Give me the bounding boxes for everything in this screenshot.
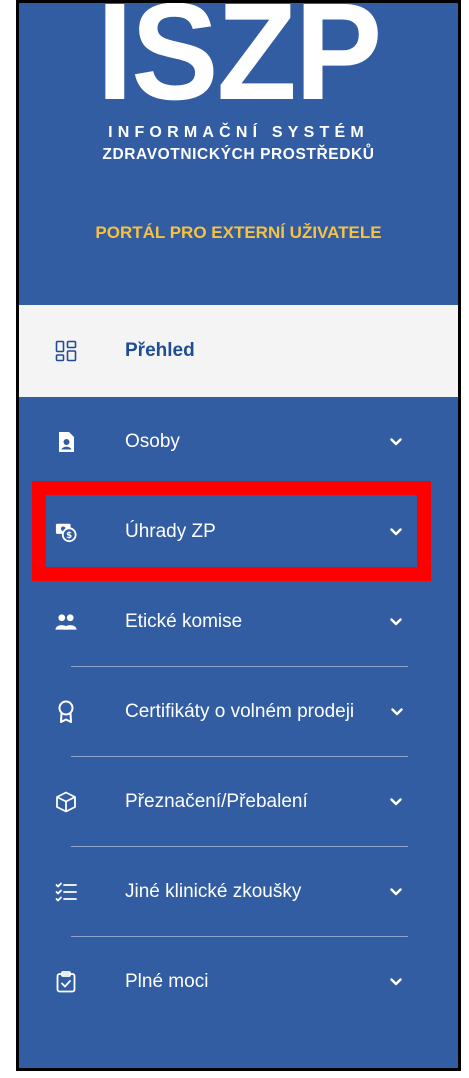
logo-block[interactable]: ISZP INFORMAČNÍ SYSTÉM ZDRAVOTNICKÝCH PR…	[19, 3, 458, 303]
chevron-down-icon[interactable]	[389, 435, 403, 449]
sidebar-item-certifikaty[interactable]: Certifikáty o volném prodeji	[19, 667, 458, 757]
logo-subtitle-line2: ZDRAVOTNICKÝCH PROSTŘEDKŮ	[102, 146, 375, 163]
sidebar-item-uhrady-zp[interactable]: $ Úhrady ZP	[19, 487, 458, 577]
screenshot-frame: ISZP INFORMAČNÍ SYSTÉM ZDRAVOTNICKÝCH PR…	[0, 0, 469, 1078]
sidebar-item-label: Přehled	[125, 340, 195, 361]
person-document-icon	[55, 431, 77, 453]
sidebar-item-label: Plné moci	[125, 971, 209, 992]
sidebar-item-label: Etické komise	[125, 611, 243, 632]
logo-subtitle-line1: INFORMAČNÍ SYSTÉM	[108, 124, 369, 141]
people-icon	[55, 611, 77, 633]
chevron-down-icon[interactable]	[389, 885, 403, 899]
sidebar-item-label: Certifikáty o volném prodeji	[125, 701, 355, 722]
sidebar-item-label: Osoby	[125, 431, 180, 452]
payment-icon: $	[55, 521, 77, 543]
sidebar-nav: Přehled Osoby $ Úhrady ZP Etické komise …	[19, 305, 458, 1027]
dashboard-icon	[55, 340, 77, 362]
chevron-down-icon[interactable]	[389, 975, 403, 989]
sidebar-item-label: Jiné klinické zkoušky	[125, 881, 302, 902]
chevron-down-icon[interactable]	[389, 795, 403, 809]
checklist-icon	[55, 881, 77, 903]
sidebar-item-label: Úhrady ZP	[125, 521, 216, 542]
certificate-icon	[55, 700, 77, 723]
sidebar-item-label: Přeznačení/Přebalení	[125, 791, 308, 812]
sidebar-item-prehled[interactable]: Přehled	[19, 305, 458, 397]
sidebar-item-preznaceni[interactable]: Přeznačení/Přebalení	[19, 757, 458, 847]
clipboard-check-icon	[55, 971, 77, 993]
svg-text:$: $	[66, 531, 72, 541]
box-icon	[55, 791, 77, 813]
sidebar-item-osoby[interactable]: Osoby	[19, 397, 458, 487]
chevron-down-icon[interactable]	[389, 615, 403, 629]
chevron-down-icon[interactable]	[390, 705, 404, 719]
logo-mark: ISZP	[96, 0, 383, 129]
portal-label: PORTÁL PRO EXTERNÍ UŽIVATELE	[95, 223, 382, 242]
sidebar: ISZP INFORMAČNÍ SYSTÉM ZDRAVOTNICKÝCH PR…	[16, 0, 461, 1071]
sidebar-item-plne-moci[interactable]: Plné moci	[19, 937, 458, 1027]
chevron-down-icon[interactable]	[389, 525, 403, 539]
sidebar-item-jine-klinicke-zkousky[interactable]: Jiné klinické zkoušky	[19, 847, 458, 937]
sidebar-item-eticke-komise[interactable]: Etické komise	[19, 577, 458, 667]
